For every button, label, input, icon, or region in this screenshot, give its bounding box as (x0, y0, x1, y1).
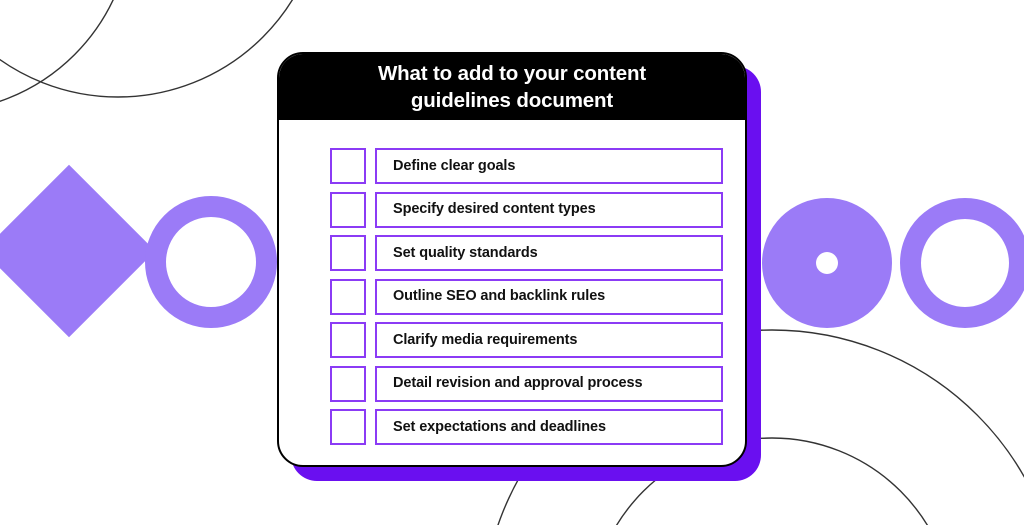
checklist: Define clear goals Specify desired conten… (330, 148, 723, 445)
card-surface: What to add to your content guidelines d… (277, 52, 747, 467)
checklist-item-box[interactable]: Set quality standards (375, 235, 723, 271)
checklist-item-label: Clarify media requirements (393, 331, 578, 348)
decorative-ring-left (145, 196, 277, 328)
checkbox-icon[interactable] (330, 235, 366, 271)
checklist-item-label: Set expectations and deadlines (393, 418, 606, 435)
checklist-item-box[interactable]: Specify desired content types (375, 191, 723, 228)
decorative-ring-right (900, 198, 1024, 328)
checklist-item-label: Detail revision and approval process (393, 375, 643, 392)
checklist-item[interactable]: Set expectations and deadlines (330, 409, 723, 445)
checklist-item-box[interactable]: Outline SEO and backlink rules (375, 278, 723, 315)
checklist-item-label: Set quality standards (393, 244, 538, 261)
card-header: What to add to your content guidelines d… (279, 54, 745, 120)
card-body: Define clear goals Specify desired conten… (279, 120, 745, 465)
checklist-item-label: Define clear goals (393, 157, 516, 174)
checklist-card: What to add to your content guidelines d… (277, 52, 761, 481)
canvas: What to add to your content guidelines d… (0, 0, 1024, 525)
checklist-item[interactable]: Specify desired content types (330, 191, 723, 228)
checkbox-icon[interactable] (330, 148, 366, 184)
card-title: What to add to your content guidelines d… (377, 61, 647, 112)
checklist-item-box[interactable]: Define clear goals (375, 148, 723, 184)
decorative-disc-center-dot (816, 252, 838, 274)
checkbox-icon[interactable] (330, 409, 366, 445)
checklist-item[interactable]: Set quality standards (330, 235, 723, 271)
checklist-item[interactable]: Outline SEO and backlink rules (330, 278, 723, 315)
checklist-item-box[interactable]: Detail revision and approval process (375, 365, 723, 402)
checklist-item-box[interactable]: Clarify media requirements (375, 322, 723, 358)
decorative-diamond-shape (0, 164, 156, 338)
checklist-item[interactable]: Detail revision and approval process (330, 365, 723, 402)
checklist-item[interactable]: Clarify media requirements (330, 322, 723, 358)
decorative-disc-right (762, 198, 892, 328)
checklist-item-label: Specify desired content types (393, 201, 596, 218)
checklist-item-label: Outline SEO and backlink rules (393, 288, 606, 305)
checkbox-icon[interactable] (330, 365, 366, 402)
checkbox-icon[interactable] (330, 191, 366, 228)
checklist-item-box[interactable]: Set expectations and deadlines (375, 409, 723, 445)
checklist-item[interactable]: Define clear goals (330, 148, 723, 184)
checkbox-icon[interactable] (330, 322, 366, 358)
checkbox-icon[interactable] (330, 278, 366, 315)
